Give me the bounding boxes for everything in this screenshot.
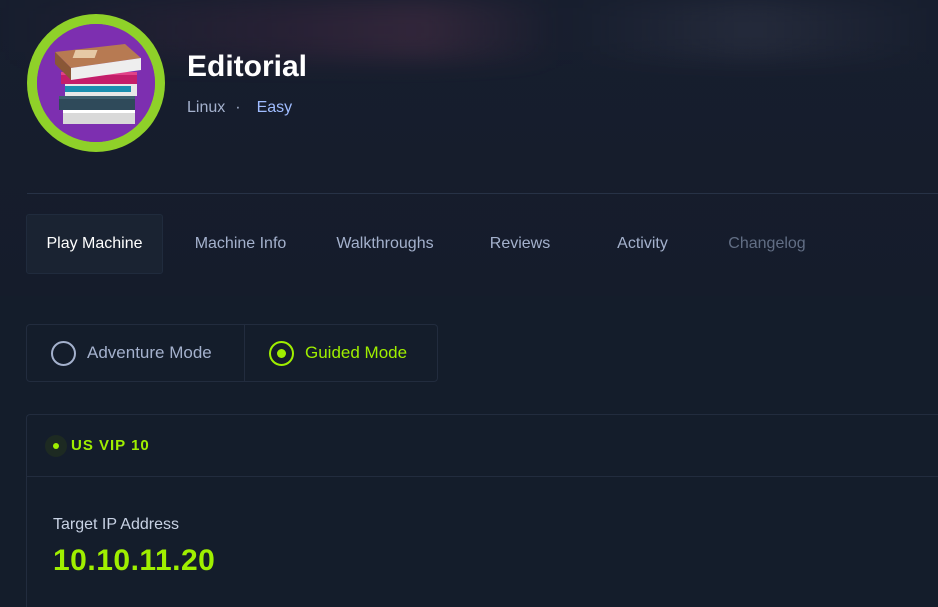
tab-reviews[interactable]: Reviews [452, 214, 588, 274]
target-ip-value[interactable]: 10.10.11.20 [53, 544, 215, 578]
vpn-server-label: US VIP 10 [71, 437, 150, 454]
adventure-mode-radio[interactable] [51, 340, 76, 366]
connection-card: US VIP 10 Target IP Address 10.10.11.20 [26, 414, 938, 607]
tab-activity[interactable]: Activity [588, 214, 697, 274]
online-status-icon [45, 434, 67, 457]
guided-mode-label: Guided Mode [305, 343, 408, 362]
connection-card-header: US VIP 10 [27, 415, 938, 477]
tab-walkthroughs[interactable]: Walkthroughs [318, 214, 452, 274]
difficulty-label: Easy [256, 99, 293, 116]
header-divider [27, 193, 938, 194]
machine-tabs: Play Machine Machine Info Walkthroughs R… [26, 214, 837, 274]
book-stack-icon [37, 24, 155, 142]
machine-meta: Linux · Easy [187, 99, 292, 117]
machine-header: Editorial Linux · Easy Play Machine Mach… [0, 0, 938, 296]
online-status-dot [53, 442, 59, 449]
tab-machine-info[interactable]: Machine Info [163, 214, 318, 274]
machine-avatar [27, 14, 165, 152]
machine-page: Editorial Linux · Easy Play Machine Mach… [0, 0, 938, 607]
tab-changelog[interactable]: Changelog [697, 214, 837, 274]
os-label: Linux [187, 99, 226, 116]
machine-title: Editorial [187, 50, 308, 83]
adventure-mode-option[interactable]: Adventure Mode [27, 325, 244, 381]
guided-mode-radio[interactable] [269, 340, 294, 366]
meta-separator: · [235, 99, 241, 116]
tab-play-machine[interactable]: Play Machine [26, 214, 163, 274]
mode-selector: Adventure Mode Guided Mode [26, 324, 438, 382]
guided-mode-option[interactable]: Guided Mode [244, 325, 437, 381]
adventure-mode-label: Adventure Mode [87, 343, 212, 362]
target-ip-label: Target IP Address [53, 516, 179, 533]
